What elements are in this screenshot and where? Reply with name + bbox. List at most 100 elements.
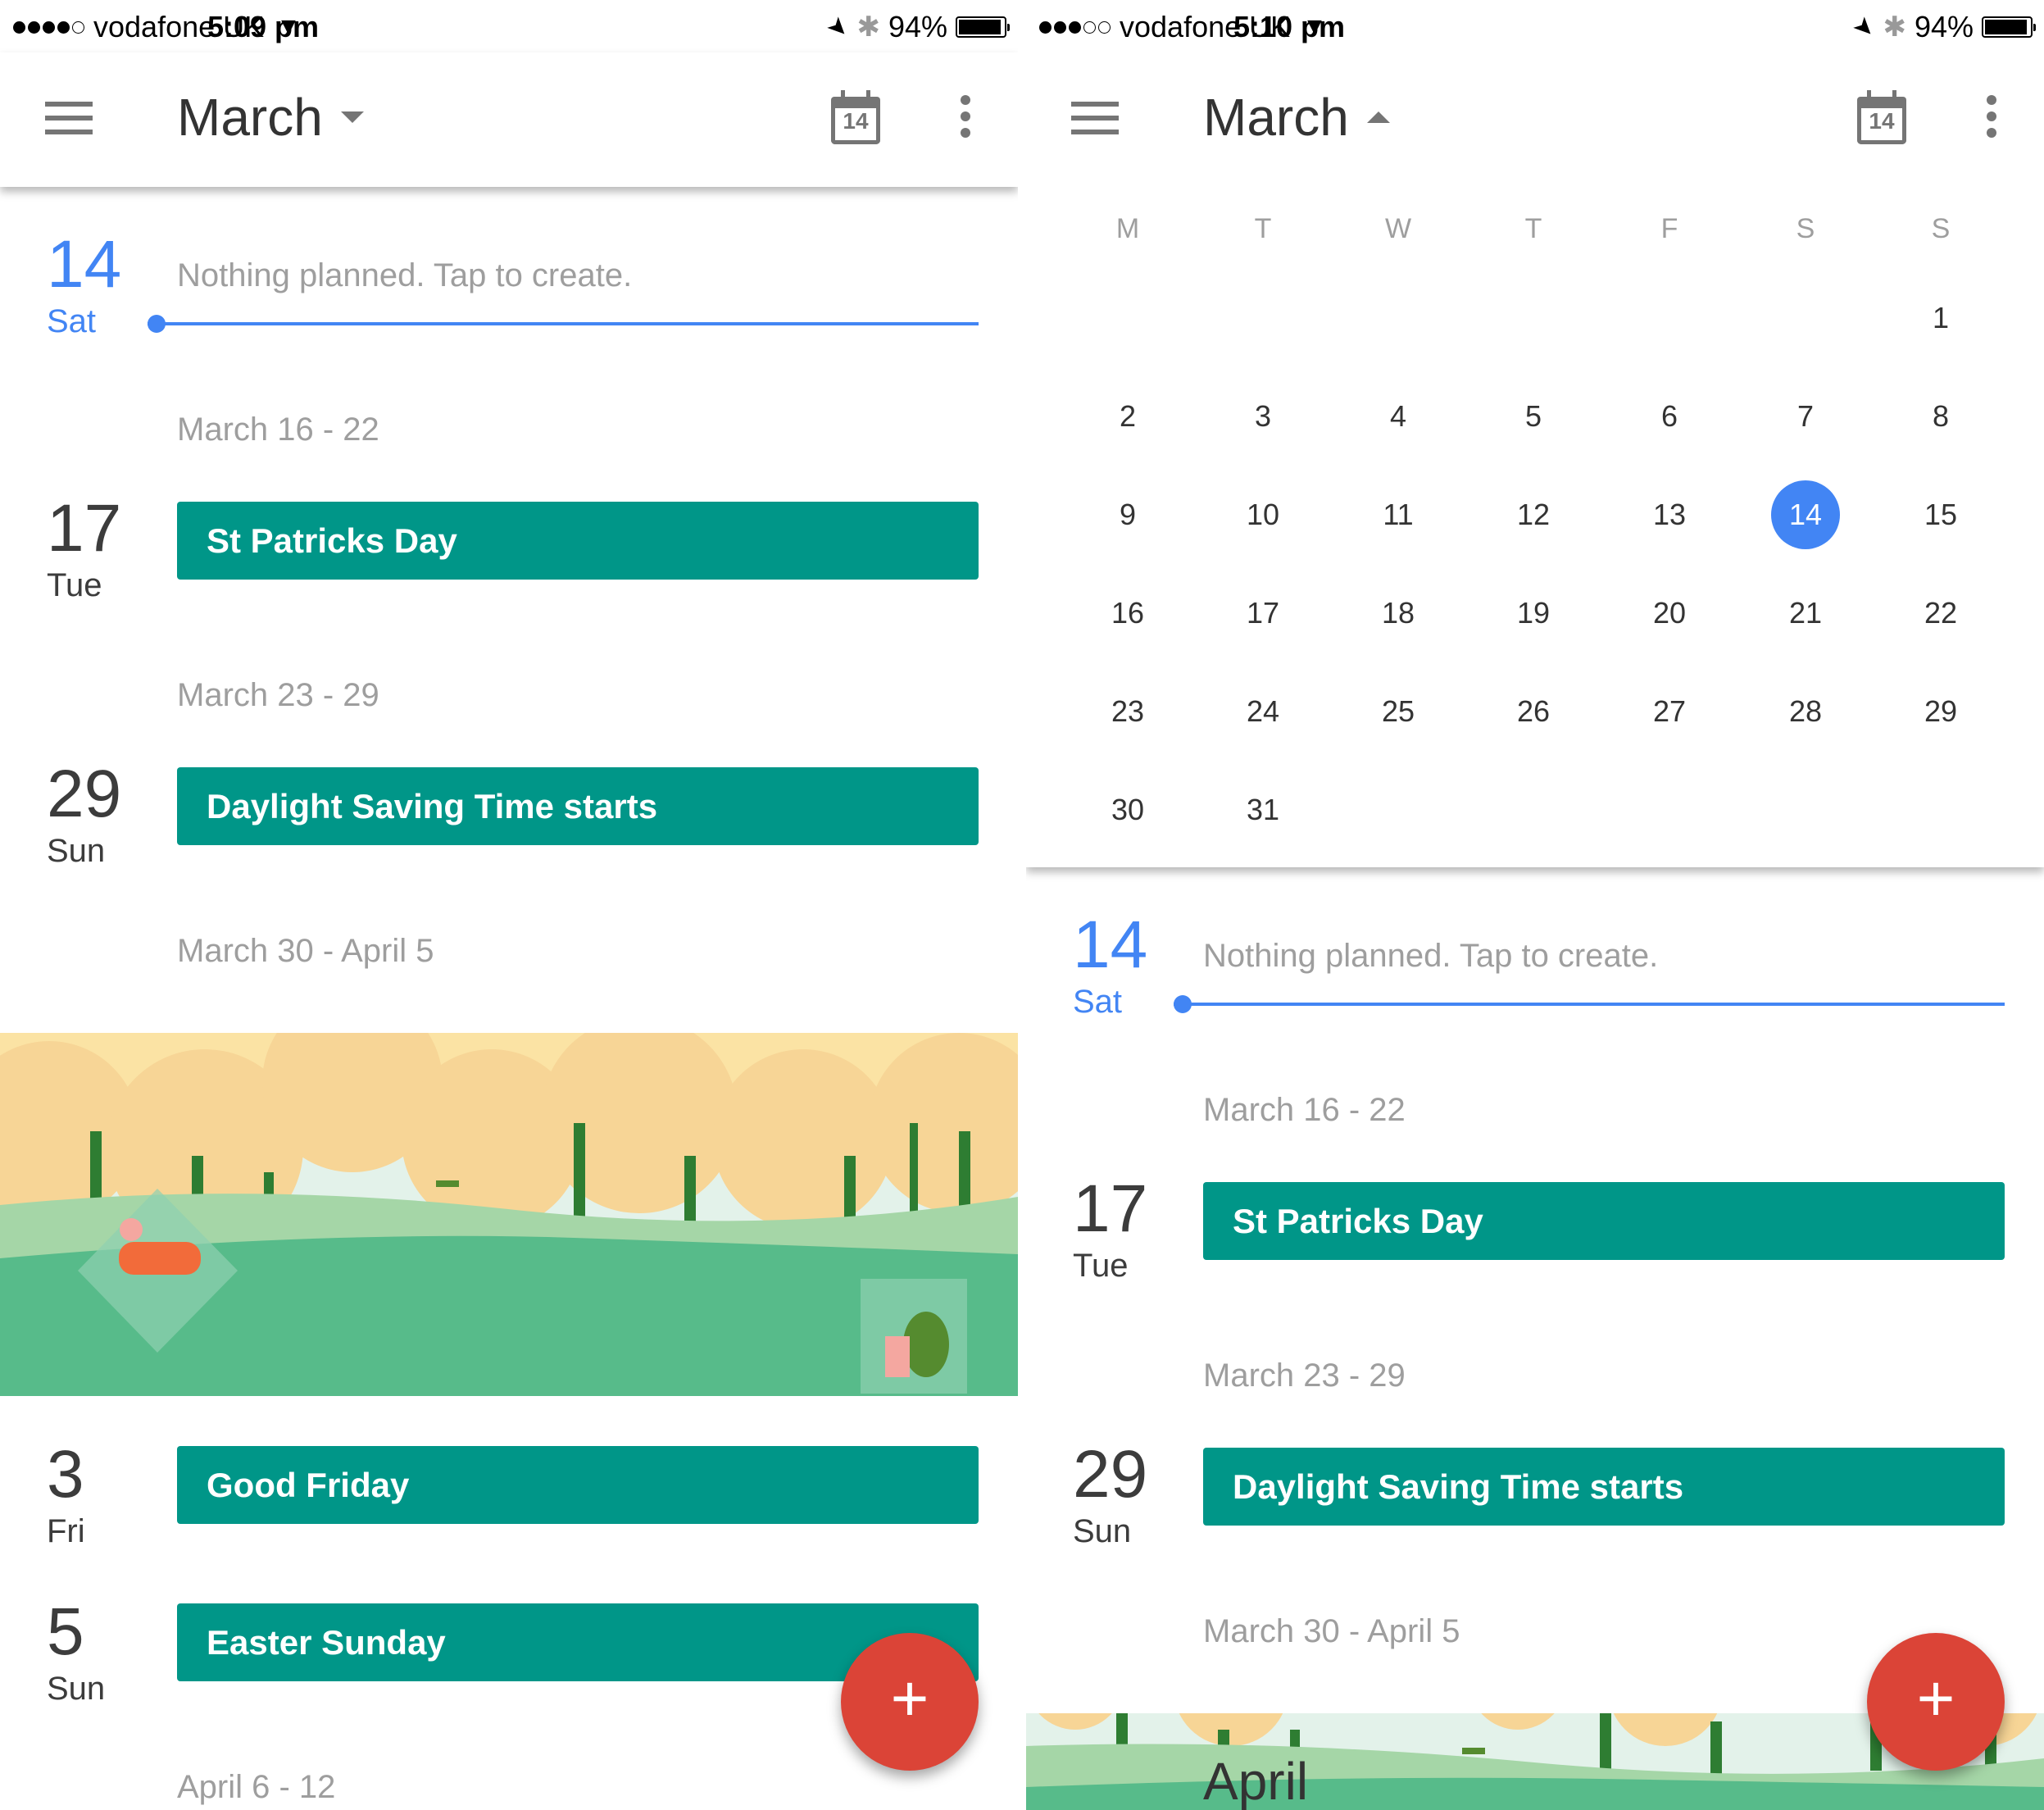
calendar-day[interactable]: 19 [1499,579,1568,648]
calendar-day[interactable]: 16 [1093,579,1162,648]
event-chip[interactable]: Daylight Saving Time starts [1203,1448,2005,1526]
today-calendar-button[interactable]: 14 [1857,90,1906,144]
month-title: March [1203,88,1349,147]
calendar-day[interactable]: 2 [1093,382,1162,451]
calendar-day[interactable]: 15 [1906,480,1975,549]
day-number: 5 [47,1594,84,1669]
month-selector[interactable]: March [1203,87,1390,148]
more-vert-icon[interactable] [957,95,974,143]
bluetooth-icon: ✱ [856,11,880,43]
battery-icon [956,16,1010,38]
hamburger-menu-icon[interactable] [1071,102,1119,134]
calendar-day[interactable]: 10 [1229,480,1297,549]
weekday-header: S [1931,213,1951,244]
clock: 5:09 pm [207,10,320,43]
event-chip[interactable]: St Patricks Day [177,502,979,580]
calendar-day[interactable]: 31 [1229,775,1297,844]
weekday-header: F [1660,213,1678,244]
week-header: March 16 - 22 [1203,1092,1406,1128]
calendar-day[interactable]: 21 [1771,579,1840,648]
day-number: 29 [47,757,122,831]
day-name: Sat [47,303,97,339]
week-header: April 6 - 12 [177,1769,336,1805]
event-chip[interactable]: St Patricks Day [1203,1182,2005,1260]
event-chip[interactable]: Daylight Saving Time starts [177,767,979,845]
more-vert-icon[interactable] [1983,95,2000,143]
hamburger-menu-icon[interactable] [45,102,93,134]
day-label-today: 14 Sat [1073,912,1147,1021]
nothing-planned-prompt[interactable]: Nothing planned. Tap to create. [177,257,632,294]
weekday-header: W [1384,213,1412,244]
day-label: 29 Sun [1073,1441,1147,1550]
battery-percent: 94% [888,10,947,43]
week-header: March 30 - April 5 [177,933,434,969]
week-header: March 23 - 29 [177,677,379,713]
illustration-svg [0,1033,1018,1396]
status-bar: vodafone UK ▼ 5:10 pm ➤ ✱ 94% [1026,0,2044,52]
day-number: 14 [1073,907,1148,982]
calendar-day[interactable]: 4 [1364,382,1433,451]
calendar-day[interactable]: 3 [1229,382,1297,451]
calendar-day[interactable]: 26 [1499,677,1568,746]
calendar-day[interactable]: 7 [1771,382,1840,451]
nothing-planned-prompt[interactable]: Nothing planned. Tap to create. [1203,938,1658,975]
weekday-header: S [1796,213,1815,244]
day-number: 17 [1073,1171,1148,1246]
day-label: 5 Sun [47,1599,105,1708]
location-arrow-icon: ➤ [821,10,856,44]
create-event-fab[interactable]: + [841,1633,979,1771]
calendar-day[interactable]: 25 [1364,677,1433,746]
day-name: Sat [1073,984,1123,1020]
april-park-illustration [0,1033,1018,1396]
month-expanded-screen: vodafone UK ▼ 5:10 pm ➤ ✱ 94% March 14 M… [1026,0,2044,1810]
calendar-day[interactable]: 12 [1499,480,1568,549]
calendar-day[interactable]: 6 [1635,382,1704,451]
calendar-day[interactable]: 24 [1229,677,1297,746]
calendar-today-icon: 14 [831,105,880,144]
weekday-header: M [1115,213,1140,244]
day-name: Fri [47,1513,85,1549]
day-name: Sun [47,1671,106,1707]
current-time-indicator [1174,995,2005,1013]
calendar-day-selected[interactable]: 14 [1771,480,1840,549]
today-calendar-button[interactable]: 14 [831,90,880,144]
calendar-day[interactable]: 8 [1906,382,1975,451]
status-right: ➤ ✱ 94% [821,10,1010,44]
calendar-day[interactable]: 5 [1499,382,1568,451]
calendar-day[interactable]: 29 [1906,677,1975,746]
clock: 5:10 pm [1233,10,1346,43]
location-arrow-icon: ➤ [1847,10,1882,44]
day-label: 17 Tue [1073,1176,1147,1285]
calendar-day[interactable]: 13 [1635,480,1704,549]
calendar-day[interactable]: 20 [1635,579,1704,648]
calendar-day[interactable]: 18 [1364,579,1433,648]
calendar-day[interactable]: 23 [1093,677,1162,746]
week-header: March 30 - April 5 [1203,1613,1460,1649]
calendar-day[interactable]: 11 [1364,480,1433,549]
day-name: Sun [1073,1513,1132,1549]
current-time-indicator [148,315,979,333]
week-header: March 23 - 29 [1203,1358,1406,1394]
bluetooth-icon: ✱ [1883,11,1906,43]
create-event-fab[interactable]: + [1867,1633,2005,1771]
calendar-day[interactable]: 9 [1093,480,1162,549]
calendar-day[interactable]: 28 [1771,677,1840,746]
calendar-today-icon: 14 [1857,105,1906,144]
calendar-day[interactable]: 27 [1635,677,1704,746]
calendar-day[interactable]: 22 [1906,579,1975,648]
status-right: ➤ ✱ 94% [1847,10,2036,44]
battery-icon [1982,16,2036,38]
calendar-day[interactable]: 30 [1093,775,1162,844]
month-selector[interactable]: March [177,87,364,148]
event-chip[interactable]: Good Friday [177,1446,979,1524]
caret-up-icon [1366,111,1390,123]
caret-down-icon [340,111,364,123]
day-name: Sun [47,833,106,869]
calendar-day[interactable]: 1 [1906,284,1975,352]
month-banner-label: April [1203,1752,1309,1810]
agenda-screen: vodafone UK ▼ 5:09 pm ➤ ✱ 94% March 14 1… [0,0,1018,1810]
day-label: 29 Sun [47,761,121,870]
calendar-day[interactable]: 17 [1229,579,1297,648]
battery-percent: 94% [1914,10,1974,43]
day-label: 3 Fri [47,1441,85,1550]
